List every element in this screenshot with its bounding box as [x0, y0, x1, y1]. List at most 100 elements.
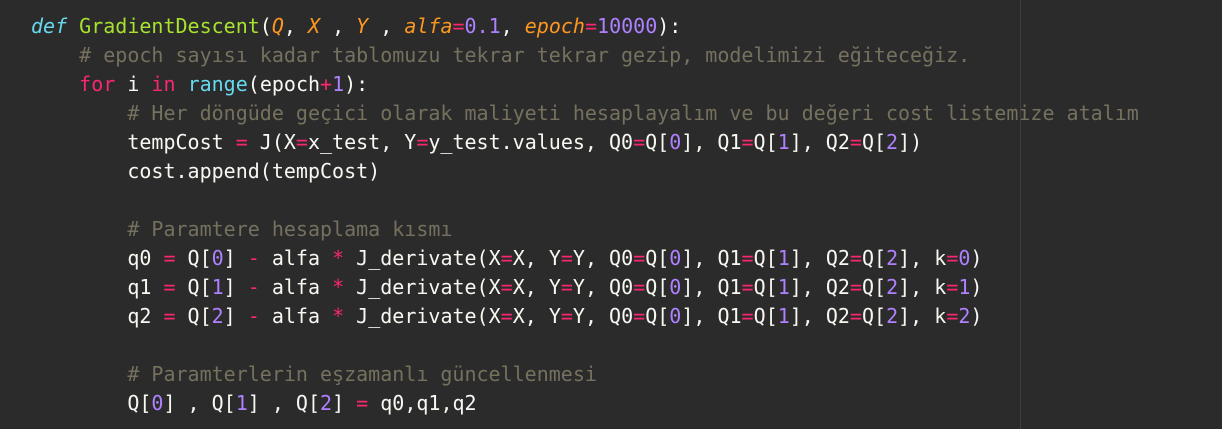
code-text: X, Y — [512, 304, 561, 328]
def-keyword: def — [31, 14, 68, 38]
code-line-6: cost.append(tempCost) — [31, 157, 1222, 186]
number: 0 — [151, 391, 164, 415]
in-keyword: in — [151, 72, 176, 96]
code-line-14: Q[0] , Q[1] , Q[2] = q0,q1,q2 — [31, 389, 1222, 418]
number: 2 — [886, 275, 899, 299]
sep: , — [320, 14, 357, 38]
code-text: ], Q1 — [681, 130, 742, 154]
code-line-3: for i in range(epoch+1): — [31, 70, 1222, 99]
code-text: Q[ — [645, 246, 670, 270]
code-text: ] — [332, 391, 357, 415]
code-line-8: # Paramtere hesaplama kısmı — [31, 215, 1222, 244]
code-text: Q[ — [753, 130, 778, 154]
code-text: Q[ — [175, 304, 212, 328]
equals-op: = — [849, 304, 862, 328]
code-line-2: # epoch sayısı kadar tablomuzu tekrar te… — [31, 41, 1222, 70]
code-line-1: def GradientDescent(Q, X , Y , alfa=0.1,… — [31, 12, 1222, 41]
loop-var: i — [115, 72, 152, 96]
minus-op: - — [247, 275, 260, 299]
code-text: Q[ — [645, 130, 670, 154]
sep: , — [368, 14, 405, 38]
code-text: Q[ — [753, 275, 778, 299]
equals-op: = — [584, 14, 598, 38]
equals-op: = — [452, 14, 465, 38]
code-text: cost.append(tempCost) — [127, 159, 381, 183]
code-text: Q[ — [753, 246, 778, 270]
code-text: ] , Q[ — [247, 391, 321, 415]
paren: ( — [259, 14, 272, 38]
for-keyword: for — [79, 72, 116, 96]
param-x: X — [307, 14, 321, 38]
comment: # epoch sayısı kadar tablomuzu tekrar te… — [79, 43, 971, 67]
paren: ): — [344, 72, 369, 96]
code-text: ], Q2 — [789, 246, 850, 270]
column-ruler — [1020, 0, 1021, 429]
epoch-default: 10000 — [597, 14, 658, 38]
code-text: J_derivate(X — [344, 246, 501, 270]
code-text: ] , Q[ — [163, 391, 236, 415]
code-text: ], k — [898, 275, 947, 299]
code-text: ], k — [898, 304, 947, 328]
equals-op: = — [500, 246, 513, 270]
number: 1 — [211, 275, 224, 299]
equals-op: = — [849, 246, 862, 270]
code-text: tempCost — [127, 130, 236, 154]
equals-op: = — [741, 304, 754, 328]
code-text: alfa — [259, 275, 333, 299]
code-text: ]) — [898, 130, 923, 154]
equals-op: = — [946, 275, 959, 299]
number: 2 — [211, 304, 224, 328]
number: 1 — [235, 391, 248, 415]
code-text: Y, Q0 — [572, 275, 634, 299]
equals-op: = — [633, 130, 646, 154]
var-name: q2 — [127, 304, 164, 328]
times-op: * — [332, 275, 345, 299]
equals-op: = — [633, 275, 646, 299]
equals-op: = — [560, 275, 573, 299]
code-text: Q[ — [645, 275, 670, 299]
number: 0 — [669, 304, 682, 328]
equals-op: = — [295, 130, 308, 154]
number: 2 — [886, 304, 899, 328]
code-text: ], Q1 — [681, 246, 742, 270]
alfa-default: 0.1 — [464, 14, 501, 38]
var-name: q1 — [127, 275, 164, 299]
comment: # Paramtere hesaplama kısmı — [127, 217, 453, 241]
param-epoch: epoch — [524, 14, 585, 38]
code-editor[interactable]: def GradientDescent(Q, X , Y , alfa=0.1,… — [0, 0, 1222, 429]
code-line-11: q2 = Q[2] - alfa * J_derivate(X=X, Y=Y, … — [31, 302, 1222, 331]
equals-op: = — [633, 304, 646, 328]
code-text: Y, Q0 — [572, 246, 634, 270]
code-text: ) — [970, 304, 983, 328]
code-text: Q[ — [862, 304, 887, 328]
code-text: X, Y — [512, 275, 561, 299]
paren: ): — [657, 14, 682, 38]
number: 1 — [777, 275, 790, 299]
code-text: Q[ — [862, 275, 887, 299]
code-text: Q[ — [175, 246, 212, 270]
code-line-10: q1 = Q[1] - alfa * J_derivate(X=X, Y=Y, … — [31, 273, 1222, 302]
number: 2 — [886, 246, 899, 270]
function-name: GradientDescent — [79, 14, 260, 38]
code-line-13: # Paramterlerin eşzamanlı güncellenmesi — [31, 360, 1222, 389]
number: 1 — [777, 246, 790, 270]
code-text: ], Q2 — [789, 275, 850, 299]
code-text: Q[ — [127, 391, 152, 415]
sep: , — [500, 14, 525, 38]
number: 1 — [777, 304, 790, 328]
code-text: Q[ — [645, 304, 670, 328]
equals-op: = — [560, 304, 573, 328]
equals-op: = — [235, 130, 248, 154]
equals-op: = — [946, 304, 959, 328]
code-text: Q[ — [861, 130, 887, 154]
code-text: ] — [223, 304, 248, 328]
code-text: ], Q1 — [681, 275, 742, 299]
number: 1 — [777, 130, 790, 154]
number: 2 — [886, 130, 899, 154]
